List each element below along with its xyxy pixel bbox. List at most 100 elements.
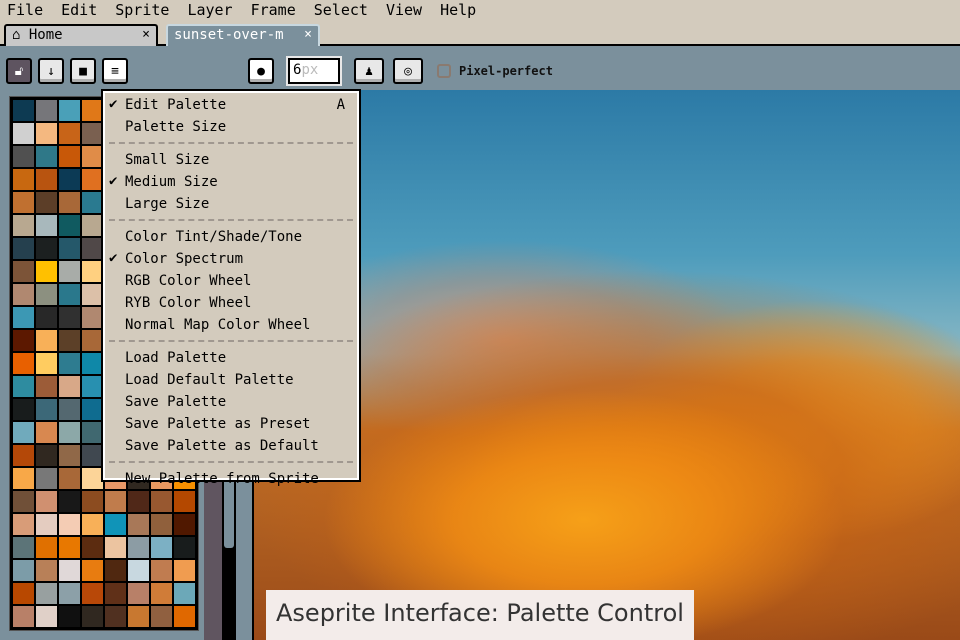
close-tab-home-icon[interactable]: ×	[142, 27, 150, 42]
palette-swatch[interactable]	[36, 491, 57, 512]
pixel-perfect-settings-icon[interactable]: ◎	[393, 58, 423, 84]
palette-swatch[interactable]	[13, 261, 34, 282]
palette-swatch[interactable]	[59, 123, 80, 144]
palette-swatch[interactable]	[13, 445, 34, 466]
palette-swatch[interactable]	[13, 353, 34, 374]
palette-swatch[interactable]	[82, 353, 103, 374]
palette-swatch[interactable]	[59, 284, 80, 305]
palette-swatch[interactable]	[82, 468, 103, 489]
palette-swatch[interactable]	[151, 491, 172, 512]
palette-swatch[interactable]	[36, 353, 57, 374]
palette-swatch[interactable]	[82, 376, 103, 397]
palette-swatch[interactable]	[151, 583, 172, 604]
palette-swatch[interactable]	[105, 560, 126, 581]
palette-swatch[interactable]	[36, 169, 57, 190]
palette-swatch[interactable]	[13, 583, 34, 604]
palette-swatch[interactable]	[59, 261, 80, 282]
palette-swatch[interactable]	[13, 330, 34, 351]
palette-swatch[interactable]	[174, 514, 195, 535]
menu-item-palette-size[interactable]: Palette Size	[107, 117, 355, 139]
palette-swatch[interactable]	[36, 468, 57, 489]
palette-swatch[interactable]	[36, 514, 57, 535]
palette-swatch[interactable]	[82, 606, 103, 627]
palette-swatch[interactable]	[13, 491, 34, 512]
palette-swatch[interactable]	[13, 537, 34, 558]
palette-swatch[interactable]	[128, 606, 149, 627]
palette-swatch[interactable]	[36, 100, 57, 121]
palette-swatch[interactable]	[151, 560, 172, 581]
palette-swatch[interactable]	[13, 238, 34, 259]
palette-swatch[interactable]	[82, 399, 103, 420]
palette-swatch[interactable]	[36, 422, 57, 443]
sort-down-icon[interactable]: ↓	[38, 58, 64, 84]
palette-swatch[interactable]	[82, 261, 103, 282]
palette-swatch[interactable]	[82, 307, 103, 328]
palette-swatch[interactable]	[13, 560, 34, 581]
close-tab-file-icon[interactable]: ×	[304, 27, 312, 42]
menu-item-rgb-color-wheel[interactable]: RGB Color Wheel	[107, 271, 355, 293]
menu-item-color-spectrum[interactable]: ✔ Color Spectrum	[107, 249, 355, 271]
presets-icon[interactable]: ■	[70, 58, 96, 84]
palette-swatch[interactable]	[59, 238, 80, 259]
menu-file[interactable]: File	[7, 0, 43, 22]
palette-swatch[interactable]	[13, 146, 34, 167]
palette-swatch[interactable]	[105, 583, 126, 604]
palette-swatch[interactable]	[59, 560, 80, 581]
palette-swatch[interactable]	[174, 491, 195, 512]
palette-swatch[interactable]	[59, 422, 80, 443]
palette-swatch[interactable]	[59, 399, 80, 420]
palette-swatch[interactable]	[36, 284, 57, 305]
palette-swatch[interactable]	[13, 123, 34, 144]
palette-swatch[interactable]	[36, 445, 57, 466]
palette-swatch[interactable]	[82, 514, 103, 535]
menu-frame[interactable]: Frame	[251, 0, 296, 22]
palette-swatch[interactable]	[36, 215, 57, 236]
brush-type-icon[interactable]: ●	[248, 58, 274, 84]
menu-item-load-palette[interactable]: Load Palette	[107, 348, 355, 370]
menu-item-medium-size[interactable]: ✔ Medium Size	[107, 172, 355, 194]
palette-swatch[interactable]	[174, 606, 195, 627]
palette-swatch[interactable]	[59, 100, 80, 121]
palette-swatch[interactable]	[13, 422, 34, 443]
tab-sprite-file[interactable]: sunset-over-m ×	[166, 24, 320, 46]
palette-swatch[interactable]	[36, 399, 57, 420]
palette-swatch[interactable]	[13, 399, 34, 420]
pixel-perfect-checkbox[interactable]	[437, 64, 451, 78]
palette-swatch[interactable]	[36, 238, 57, 259]
palette-swatch[interactable]	[128, 537, 149, 558]
palette-swatch[interactable]	[128, 514, 149, 535]
palette-swatch[interactable]	[82, 146, 103, 167]
palette-swatch[interactable]	[151, 537, 172, 558]
palette-swatch[interactable]	[36, 192, 57, 213]
menu-sprite[interactable]: Sprite	[115, 0, 169, 22]
palette-swatch[interactable]	[174, 560, 195, 581]
palette-swatch[interactable]	[82, 330, 103, 351]
palette-swatch[interactable]	[59, 537, 80, 558]
palette-swatch[interactable]	[82, 583, 103, 604]
palette-swatch[interactable]	[59, 583, 80, 604]
palette-swatch[interactable]	[128, 491, 149, 512]
tab-home[interactable]: ⌂ Home ×	[4, 24, 158, 46]
palette-swatch[interactable]	[36, 307, 57, 328]
menu-item-large-size[interactable]: Large Size	[107, 194, 355, 216]
menu-select[interactable]: Select	[314, 0, 368, 22]
palette-swatch[interactable]	[59, 445, 80, 466]
palette-swatch[interactable]	[36, 146, 57, 167]
palette-swatch[interactable]	[82, 445, 103, 466]
palette-swatch[interactable]	[59, 192, 80, 213]
menu-item-normal-map-color-wheel[interactable]: Normal Map Color Wheel	[107, 315, 355, 337]
palette-swatch[interactable]	[13, 100, 34, 121]
palette-swatch[interactable]	[82, 238, 103, 259]
palette-swatch[interactable]	[13, 169, 34, 190]
palette-swatch[interactable]	[36, 330, 57, 351]
palette-swatch[interactable]	[36, 123, 57, 144]
menu-item-ryb-color-wheel[interactable]: RYB Color Wheel	[107, 293, 355, 315]
palette-swatch[interactable]	[59, 169, 80, 190]
palette-swatch[interactable]	[36, 261, 57, 282]
menu-item-edit-palette[interactable]: ✔ Edit Palette A	[107, 95, 355, 117]
menu-help[interactable]: Help	[440, 0, 476, 22]
palette-swatch[interactable]	[82, 284, 103, 305]
palette-swatch[interactable]	[13, 307, 34, 328]
palette-swatch[interactable]	[82, 422, 103, 443]
palette-swatch[interactable]	[151, 606, 172, 627]
